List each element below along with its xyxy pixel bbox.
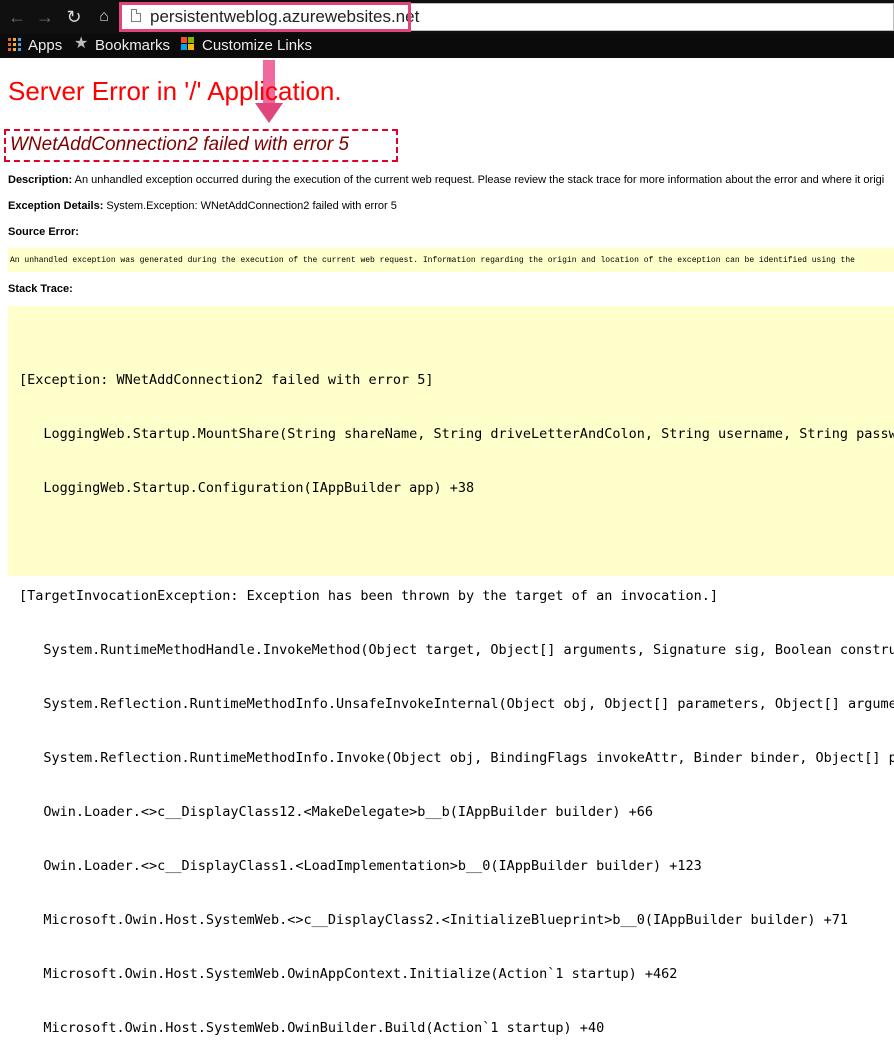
url-highlight-box [119,2,411,32]
stack-line: [Exception: WNetAddConnection2 failed wi… [19,372,434,388]
stack-line: ​ [19,533,894,551]
stack-line: Microsoft.Owin.Host.SystemWeb.OwinAppCon… [19,966,678,982]
error-title: WNetAddConnection2 failed with error 5 [10,134,350,155]
stack-trace: [Exception: WNetAddConnection2 failed wi… [19,335,894,1055]
stack-line: Microsoft.Owin.Host.SystemWeb.<>c__Displ… [19,912,849,928]
description-label: Description: [8,174,73,186]
reload-icon[interactable]: ↻ [63,6,85,28]
exception-text: System.Exception: WNetAddConnection2 fai… [106,200,397,212]
apps-grid-icon [8,38,21,51]
bookmark-customize-links[interactable]: Customize Links [202,36,312,56]
star-icon: ★ [74,35,89,52]
truncated-bookmark[interactable]: la [884,72,894,89]
source-error-text: An unhandled exception was generated dur… [10,256,855,265]
stack-line: System.RuntimeMethodHandle.InvokeMethod(… [19,642,894,658]
stack-line: System.Reflection.RuntimeMethodInfo.Unsa… [19,696,894,712]
bookmark-bookmarks[interactable]: Bookmarks [95,36,170,56]
stack-trace-label: Stack Trace: [8,283,73,295]
home-icon[interactable]: ⌂ [93,6,115,28]
stack-line: System.Reflection.RuntimeMethodInfo.Invo… [19,750,894,766]
page-heading: Server Error in '/' Application. [8,76,342,106]
stack-line: LoggingWeb.Startup.Configuration(IAppBui… [19,480,475,496]
source-error-label: Source Error: [8,226,79,238]
stack-line: Owin.Loader.<>c__DisplayClass1.<LoadImpl… [19,858,702,874]
stack-line: Microsoft.Owin.Host.SystemWeb.OwinBuilde… [19,1020,605,1036]
windows-logo-icon [181,37,195,51]
browser-toolbar: ← → ↻ ⌂ persistentweblog.azurewebsites.n… [0,0,894,34]
stack-line: LoggingWeb.Startup.MountShare(String sha… [19,426,894,442]
bookmark-apps[interactable]: Apps [28,36,62,56]
stack-line: Owin.Loader.<>c__DisplayClass12.<MakeDel… [19,804,653,820]
exception-details-row: Exception Details: System.Exception: WNe… [8,200,397,212]
exception-label: Exception Details: [8,200,104,212]
stack-line: [TargetInvocationException: Exception ha… [19,588,718,604]
bookmarks-bar: Apps ★ Bookmarks Customize Links la [0,34,894,89]
forward-icon[interactable]: → [34,6,56,28]
description-row: Description: An unhandled exception occu… [8,174,884,186]
description-text: An unhandled exception occurred during t… [74,174,885,186]
back-icon[interactable]: ← [6,6,28,28]
